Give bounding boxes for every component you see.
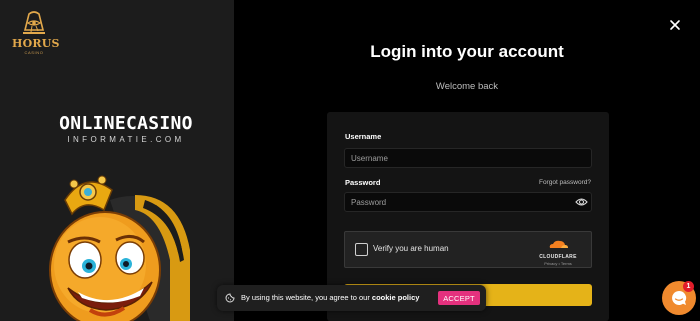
username-label: Username (345, 132, 382, 141)
onlinecasino-title: onlinecasino (59, 113, 193, 134)
cloudflare-cloud-icon (549, 240, 568, 248)
captcha-label: Verify you are human (373, 244, 449, 253)
welcome-text: Welcome back (435, 81, 499, 92)
cloudflare-links[interactable]: Privacy • Terms (533, 260, 583, 267)
onlinecasino-logo: onlinecasino INFORMATIE.COM (48, 114, 204, 145)
eye-icon[interactable] (575, 197, 588, 207)
cookie-banner: By using this website, you agree to our … (217, 285, 486, 311)
cloudflare-captcha: Verify you are human CLOUDFLARE Privacy … (344, 231, 592, 268)
login-title: Login into your account (370, 42, 564, 61)
chat-notification-badge: 1 (683, 281, 694, 292)
brand-subtitle: CASINO (24, 50, 44, 55)
brand-name: HORUS (12, 37, 60, 50)
accept-cookies-button[interactable]: ACCEPT (438, 291, 480, 305)
promo-panel: HORUS CASINO onlinecasino INFORMATIE.COM (0, 0, 234, 321)
cookie-text-prefix: By using this website, you agree to our (241, 293, 372, 302)
cookie-policy-link[interactable]: cookie policy (372, 293, 420, 302)
horus-eye-icon (23, 11, 45, 34)
mascot-character-image (49, 175, 190, 321)
onlinecasino-subtitle: INFORMATIE.COM (67, 135, 185, 144)
username-input[interactable] (344, 148, 592, 168)
forgot-password-link[interactable]: Forgot password? (539, 179, 591, 186)
cloudflare-logo: CLOUDFLARE Privacy • Terms (533, 236, 583, 267)
cookie-text: By using this website, you agree to our … (241, 293, 419, 302)
chat-bubble-icon (672, 290, 687, 305)
password-label: Password (345, 178, 381, 187)
close-icon[interactable] (668, 18, 682, 32)
horus-casino-logo[interactable]: HORUS CASINO (12, 10, 60, 64)
cookie-icon (225, 293, 235, 303)
password-input[interactable] (344, 192, 592, 212)
captcha-checkbox[interactable] (355, 243, 368, 256)
